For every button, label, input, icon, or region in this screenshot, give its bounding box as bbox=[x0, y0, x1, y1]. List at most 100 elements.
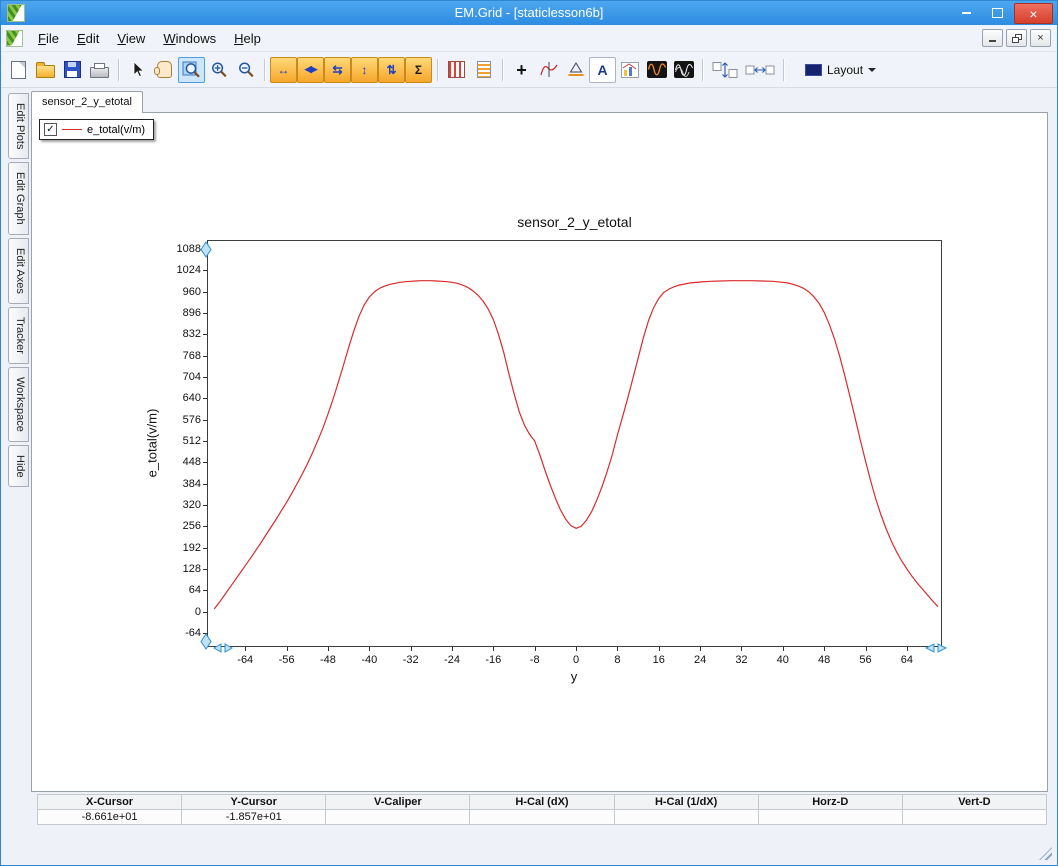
toolbar-separator bbox=[118, 58, 119, 81]
toolbar: ↔ ◀▶ ⇆ ↕ ⇅ Σ + A Layout bbox=[1, 52, 1057, 88]
pan-hand-button[interactable] bbox=[151, 57, 178, 83]
window-controls: × bbox=[952, 3, 1053, 24]
fit-horizontal-button[interactable]: ⇆ bbox=[324, 56, 351, 83]
zoom-out-button[interactable] bbox=[232, 57, 259, 83]
expand-vertical-button[interactable]: ↕ bbox=[351, 56, 378, 83]
status-value-h-cal-1dx bbox=[613, 809, 759, 825]
sidebar-tab-workspace[interactable]: Workspace bbox=[8, 366, 29, 442]
child-restore-button[interactable] bbox=[1006, 29, 1027, 47]
x-tick-mark bbox=[617, 647, 619, 651]
y-tick-label: 192 bbox=[182, 541, 201, 554]
waveform-view-button[interactable] bbox=[670, 57, 697, 83]
x-tick-label: 64 bbox=[900, 654, 913, 666]
y-tick-label: 768 bbox=[182, 349, 201, 362]
save-button[interactable] bbox=[59, 57, 86, 83]
toolbar-separator bbox=[264, 58, 265, 81]
open-file-button[interactable] bbox=[32, 57, 59, 83]
sidebar-tab-edit-plots[interactable]: Edit Plots bbox=[8, 93, 29, 160]
zoom-in-button[interactable] bbox=[205, 57, 232, 83]
menu-help[interactable]: Help bbox=[225, 27, 270, 50]
x-tick-label: -16 bbox=[485, 654, 502, 666]
maximize-button[interactable] bbox=[983, 3, 1012, 22]
close-button[interactable]: × bbox=[1014, 3, 1053, 24]
y-tick-label: 384 bbox=[182, 477, 201, 490]
y-tick-label: 640 bbox=[182, 392, 201, 405]
x-tick-mark bbox=[906, 647, 908, 651]
autoscale-vertical-button[interactable]: Σ bbox=[405, 56, 432, 83]
side-tab-strip: Edit Plots Edit Graph Edit Axes Tracker … bbox=[8, 93, 29, 488]
axis-handle-top-left[interactable] bbox=[200, 241, 212, 258]
x-tick-label: 48 bbox=[818, 654, 831, 666]
x-tick-label: 40 bbox=[776, 654, 789, 666]
print-button[interactable] bbox=[86, 57, 113, 83]
cross-marker-button[interactable]: + bbox=[508, 57, 535, 83]
menu-edit[interactable]: Edit bbox=[68, 27, 108, 50]
child-minimize-button[interactable] bbox=[982, 29, 1003, 47]
caliper-tool-button[interactable] bbox=[562, 57, 589, 83]
x-axis-label: y bbox=[570, 669, 578, 684]
status-header-v-caliper: V-Caliper bbox=[325, 794, 471, 810]
legend-checkbox[interactable]: ✓ bbox=[44, 123, 57, 136]
child-window-controls: × bbox=[982, 29, 1051, 47]
text-annotation-button[interactable]: A bbox=[589, 56, 616, 83]
minimize-icon bbox=[989, 40, 996, 42]
y-tick-label: 896 bbox=[182, 307, 201, 319]
menu-file[interactable]: File bbox=[29, 27, 68, 50]
fft-view-button[interactable] bbox=[643, 57, 670, 83]
minimize-button[interactable] bbox=[952, 3, 981, 22]
y-tick-mark bbox=[203, 313, 207, 314]
y-tick-mark bbox=[203, 377, 207, 378]
x-tick-label: 0 bbox=[572, 654, 580, 666]
menu-view[interactable]: View bbox=[108, 27, 154, 50]
x-tick-label: 8 bbox=[614, 654, 621, 666]
layout-dropdown[interactable]: Layout bbox=[797, 59, 884, 81]
insert-graph-button[interactable] bbox=[616, 57, 643, 83]
legend: ✓ e_total(v/m) bbox=[39, 119, 155, 140]
status-value-x-cursor: -8.661e+01 bbox=[36, 809, 183, 825]
menubar: File Edit View Windows Help × bbox=[1, 25, 1057, 52]
sidebar-tab-edit-graph[interactable]: Edit Graph bbox=[8, 162, 29, 236]
y-tick-label: 128 bbox=[182, 563, 201, 575]
app-window: EM.Grid - [staticlesson6b] × File Edit V… bbox=[0, 0, 1058, 866]
plot-box[interactable] bbox=[207, 240, 942, 647]
shift-horizontal-button[interactable]: ◀▶ bbox=[297, 56, 324, 83]
new-file-button[interactable] bbox=[5, 57, 32, 83]
zoom-window-button[interactable] bbox=[178, 56, 205, 83]
layout-icon bbox=[805, 63, 822, 76]
y-tick-label: 1024 bbox=[176, 264, 201, 277]
horizontal-markers-button[interactable] bbox=[742, 57, 778, 83]
sidebar-tab-edit-axes[interactable]: Edit Axes bbox=[8, 238, 29, 304]
x-tick-mark bbox=[741, 647, 743, 651]
data-columns-button[interactable] bbox=[443, 57, 470, 83]
shift-vertical-button[interactable]: ⇅ bbox=[378, 56, 405, 83]
axis-handle-bottom-right[interactable] bbox=[925, 643, 947, 653]
status-value-h-cal-dx bbox=[469, 809, 615, 825]
data-sheet-button[interactable] bbox=[470, 57, 497, 83]
expand-horizontal-button[interactable]: ↔ bbox=[270, 56, 297, 83]
y-tick-mark bbox=[203, 462, 207, 464]
vertical-markers-button[interactable] bbox=[708, 57, 742, 83]
close-icon: × bbox=[1037, 32, 1044, 44]
x-tick-mark bbox=[369, 647, 371, 651]
x-tick-mark bbox=[327, 647, 329, 651]
tracker-tool-button[interactable] bbox=[535, 57, 562, 83]
x-tick-mark bbox=[534, 647, 536, 651]
legend-line-sample bbox=[62, 129, 82, 130]
x-tick-label: -56 bbox=[278, 654, 295, 666]
x-tick-label: -24 bbox=[444, 654, 460, 666]
axis-handle-bottom-left[interactable] bbox=[200, 633, 212, 650]
select-pointer-button[interactable] bbox=[124, 57, 151, 83]
document-tab[interactable]: sensor_2_y_etotal bbox=[31, 91, 143, 113]
chevron-down-icon bbox=[868, 67, 877, 76]
child-close-button[interactable]: × bbox=[1030, 29, 1051, 47]
resize-grip[interactable] bbox=[1039, 847, 1052, 860]
y-tick-mark bbox=[203, 483, 207, 485]
menu-windows[interactable]: Windows bbox=[154, 27, 225, 50]
restore-icon bbox=[1011, 33, 1022, 43]
sidebar-tab-tracker[interactable]: Tracker bbox=[8, 306, 29, 364]
axis-handle-bottom-left-2[interactable] bbox=[213, 643, 233, 653]
sidebar-tab-hide[interactable]: Hide bbox=[8, 444, 29, 488]
x-tick-mark bbox=[452, 647, 453, 651]
y-tick-label: 448 bbox=[182, 456, 201, 469]
x-tick-label: -8 bbox=[529, 654, 540, 666]
